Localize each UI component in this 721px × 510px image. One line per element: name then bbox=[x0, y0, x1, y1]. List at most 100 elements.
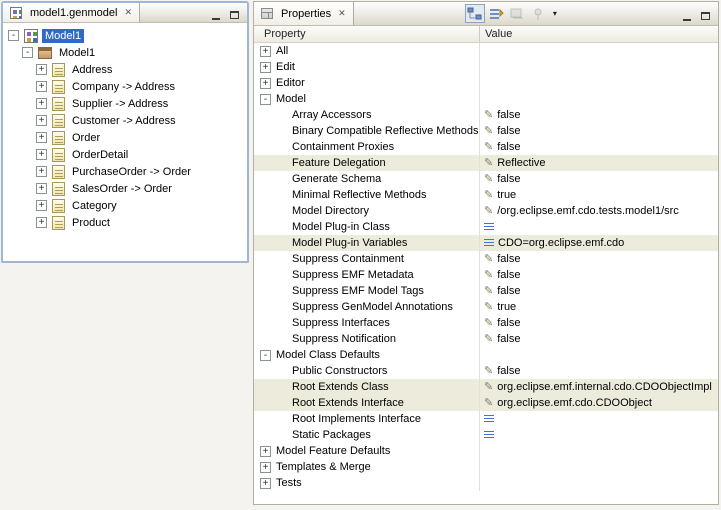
tree-item[interactable]: + Customer -> Address bbox=[3, 112, 247, 129]
property-row[interactable]: Suppress EMF Model Tags ✎ false bbox=[254, 283, 718, 299]
property-value-cell[interactable]: ✎ false bbox=[480, 107, 718, 123]
tree-item[interactable]: + PurchaseOrder -> Order bbox=[3, 163, 247, 180]
property-value-cell[interactable]: ✎ true bbox=[480, 187, 718, 203]
property-row[interactable]: Array Accessors ✎ false bbox=[254, 107, 718, 123]
property-value-cell[interactable]: ✎ false bbox=[480, 123, 718, 139]
expand-toggle[interactable]: - bbox=[22, 47, 33, 58]
property-row[interactable]: Suppress EMF Metadata ✎ false bbox=[254, 267, 718, 283]
property-row[interactable]: Static Packages bbox=[254, 427, 718, 443]
property-value-cell[interactable]: ✎ false bbox=[480, 171, 718, 187]
property-row[interactable]: + Model Feature Defaults bbox=[254, 443, 718, 459]
property-row[interactable]: Root Extends Class ✎ org.eclipse.emf.int… bbox=[254, 379, 718, 395]
expand-toggle[interactable]: - bbox=[8, 30, 19, 41]
column-header-property[interactable]: Property bbox=[254, 26, 480, 42]
property-row[interactable]: Suppress Notification ✎ false bbox=[254, 331, 718, 347]
property-row[interactable]: Minimal Reflective Methods ✎ true bbox=[254, 187, 718, 203]
view-menu-icon[interactable]: ▾ bbox=[549, 9, 561, 18]
property-row[interactable]: Root Implements Interface bbox=[254, 411, 718, 427]
property-row[interactable]: Suppress Interfaces ✎ false bbox=[254, 315, 718, 331]
minimize-button[interactable] bbox=[679, 7, 694, 21]
show-tree-icon[interactable] bbox=[465, 4, 485, 23]
property-value-cell[interactable]: ✎ false bbox=[480, 363, 718, 379]
expand-toggle[interactable]: + bbox=[36, 183, 47, 194]
tree-item[interactable]: + Address bbox=[3, 61, 247, 78]
property-value-cell[interactable]: ✎ false bbox=[480, 315, 718, 331]
expand-toggle[interactable]: + bbox=[36, 98, 47, 109]
expand-toggle[interactable]: + bbox=[36, 200, 47, 211]
property-value-cell[interactable]: ✎ false bbox=[480, 139, 718, 155]
tree-item[interactable]: + OrderDetail bbox=[3, 146, 247, 163]
property-row[interactable]: + Edit bbox=[254, 59, 718, 75]
expand-toggle[interactable]: - bbox=[260, 350, 271, 361]
property-value-cell[interactable]: ✎ false bbox=[480, 267, 718, 283]
tab-model1-genmodel[interactable]: model1.genmodel ✕ bbox=[3, 3, 140, 22]
property-row[interactable]: Binary Compatible Reflective Methods ✎ f… bbox=[254, 123, 718, 139]
property-row[interactable]: + All bbox=[254, 43, 718, 59]
property-value-cell[interactable]: ✎ false bbox=[480, 251, 718, 267]
expand-toggle[interactable]: - bbox=[260, 94, 271, 105]
property-value-cell[interactable]: ✎ org.eclipse.emf.internal.cdo.CDOObject… bbox=[480, 379, 718, 395]
minimize-button[interactable] bbox=[208, 6, 223, 20]
property-row[interactable]: Public Constructors ✎ false bbox=[254, 363, 718, 379]
property-row[interactable]: + Tests bbox=[254, 475, 718, 491]
expand-toggle[interactable]: + bbox=[260, 446, 271, 457]
property-value-cell[interactable]: ✎ /org.eclipse.emf.cdo.tests.model1/src bbox=[480, 203, 718, 219]
property-row[interactable]: Model Plug-in Class bbox=[254, 219, 718, 235]
property-value-cell[interactable]: ✎ false bbox=[480, 283, 718, 299]
expand-toggle[interactable]: + bbox=[260, 462, 271, 473]
maximize-button[interactable] bbox=[227, 6, 242, 20]
property-value-cell[interactable] bbox=[480, 91, 718, 107]
maximize-button[interactable] bbox=[698, 7, 713, 21]
close-icon[interactable]: ✕ bbox=[124, 8, 132, 17]
property-value-cell[interactable] bbox=[480, 427, 718, 443]
tree-root-model1[interactable]: - Model1 bbox=[3, 27, 247, 44]
close-icon[interactable]: ✕ bbox=[338, 9, 346, 18]
property-row[interactable]: Containment Proxies ✎ false bbox=[254, 139, 718, 155]
expand-toggle[interactable]: + bbox=[260, 478, 271, 489]
tree-item[interactable]: + Order bbox=[3, 129, 247, 146]
tree-item[interactable]: + Company -> Address bbox=[3, 78, 247, 95]
property-value-cell[interactable] bbox=[480, 411, 718, 427]
property-row[interactable]: Root Extends Interface ✎ org.eclipse.emf… bbox=[254, 395, 718, 411]
property-value-cell[interactable] bbox=[480, 43, 718, 59]
property-value-cell[interactable] bbox=[480, 443, 718, 459]
property-row[interactable]: Model Plug-in Variables CDO=org.eclipse.… bbox=[254, 235, 718, 251]
expand-toggle[interactable]: + bbox=[36, 166, 47, 177]
expand-toggle[interactable]: + bbox=[260, 46, 271, 57]
column-header-value[interactable]: Value bbox=[480, 26, 718, 42]
show-categories-icon[interactable] bbox=[486, 4, 506, 23]
expand-toggle[interactable]: + bbox=[36, 81, 47, 92]
property-value-cell[interactable]: ✎ org.eclipse.emf.cdo.CDOObject bbox=[480, 395, 718, 411]
property-row[interactable]: Feature Delegation ✎ Reflective bbox=[254, 155, 718, 171]
property-value-cell[interactable] bbox=[480, 475, 718, 491]
property-value-cell[interactable] bbox=[480, 459, 718, 475]
expand-toggle[interactable]: + bbox=[36, 64, 47, 75]
property-value-cell[interactable] bbox=[480, 219, 718, 235]
tree-item[interactable]: + Supplier -> Address bbox=[3, 95, 247, 112]
expand-toggle[interactable]: + bbox=[36, 217, 47, 228]
property-value-cell[interactable]: ✎ Reflective bbox=[480, 155, 718, 171]
tree-item[interactable]: + Category bbox=[3, 197, 247, 214]
expand-toggle[interactable]: + bbox=[260, 62, 271, 73]
tab-properties[interactable]: Properties ✕ bbox=[254, 2, 354, 25]
property-row[interactable]: Generate Schema ✎ false bbox=[254, 171, 718, 187]
property-row[interactable]: Suppress Containment ✎ false bbox=[254, 251, 718, 267]
property-row[interactable]: Suppress GenModel Annotations ✎ true bbox=[254, 299, 718, 315]
property-row[interactable]: + Editor bbox=[254, 75, 718, 91]
property-value-cell[interactable] bbox=[480, 347, 718, 363]
expand-toggle[interactable]: + bbox=[36, 115, 47, 126]
tree-item[interactable]: + Product bbox=[3, 214, 247, 231]
property-value-cell[interactable]: CDO=org.eclipse.emf.cdo bbox=[480, 235, 718, 251]
property-value-cell[interactable] bbox=[480, 75, 718, 91]
property-value-cell[interactable]: ✎ true bbox=[480, 299, 718, 315]
property-value-cell[interactable]: ✎ false bbox=[480, 331, 718, 347]
expand-toggle[interactable]: + bbox=[36, 149, 47, 160]
tree-package-model1[interactable]: - Model1 bbox=[3, 44, 247, 61]
tree-item[interactable]: + SalesOrder -> Order bbox=[3, 180, 247, 197]
property-row[interactable]: - Model bbox=[254, 91, 718, 107]
property-value-cell[interactable] bbox=[480, 59, 718, 75]
expand-toggle[interactable]: + bbox=[260, 78, 271, 89]
property-row[interactable]: - Model Class Defaults bbox=[254, 347, 718, 363]
property-row[interactable]: Model Directory ✎ /org.eclipse.emf.cdo.t… bbox=[254, 203, 718, 219]
property-row[interactable]: + Templates & Merge bbox=[254, 459, 718, 475]
